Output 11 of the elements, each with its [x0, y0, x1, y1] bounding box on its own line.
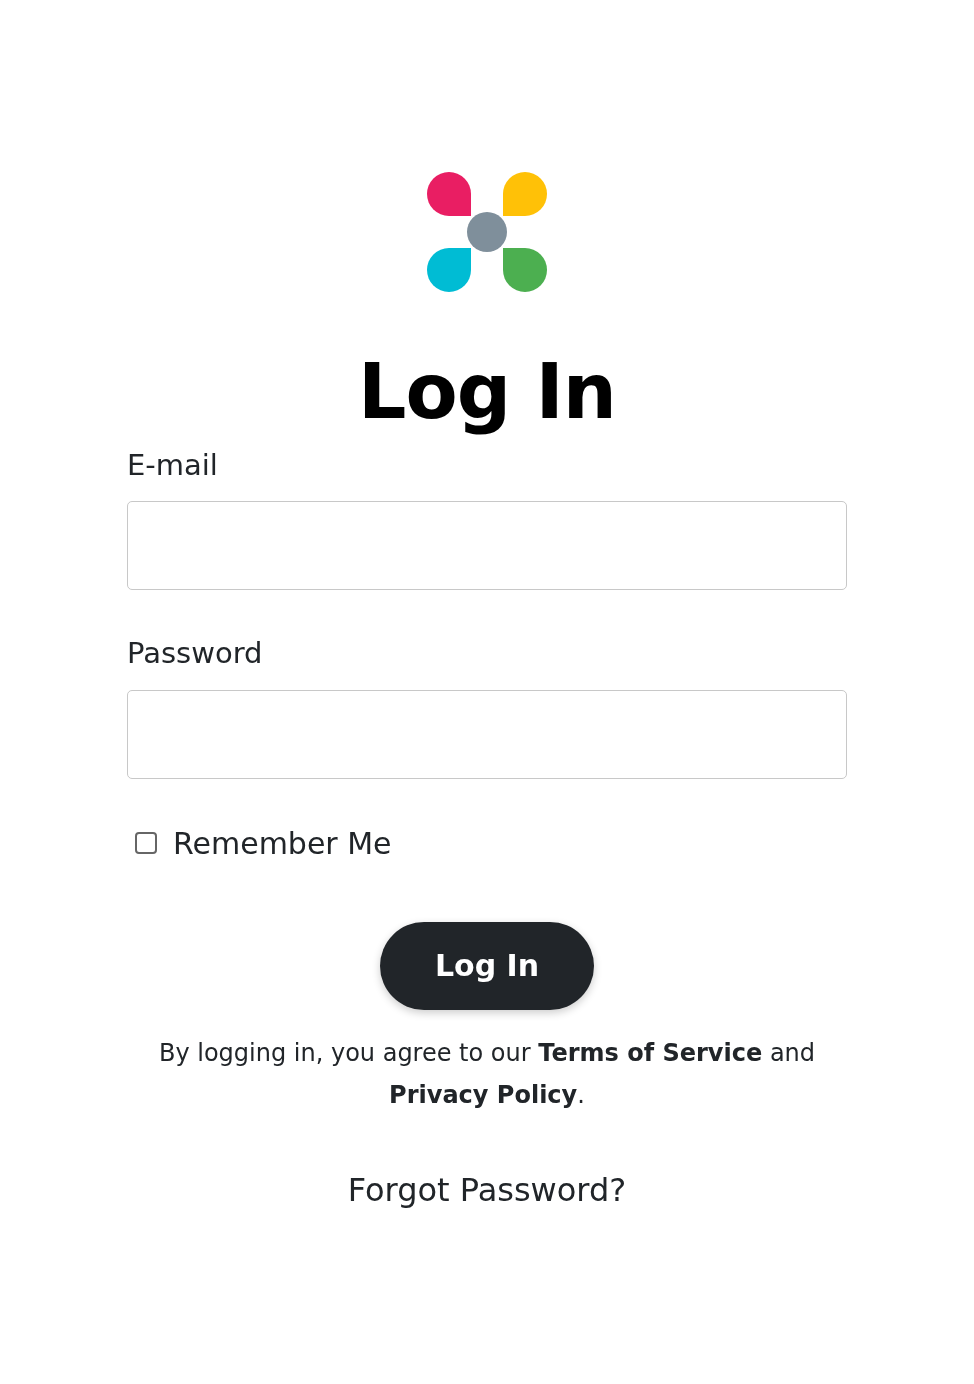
field-label: Password — [127, 635, 263, 673]
checkbox-label: Remember Me — [173, 824, 392, 863]
input-field[interactable] — [127, 689, 847, 779]
input-field[interactable] — [127, 501, 847, 591]
agreement-text: By logging in, you agree to our Terms of Service and Privacy Policy. — [157, 1037, 817, 1111]
remember-checkbox[interactable] — [135, 832, 157, 855]
page-title: Log In — [357, 350, 617, 434]
field-label: E-mail — [127, 446, 218, 484]
logo-icon — [427, 172, 547, 292]
forgot-password-link[interactable]: Forgot Password? — [347, 1170, 627, 1209]
login-button[interactable]: Log In — [380, 921, 594, 1010]
